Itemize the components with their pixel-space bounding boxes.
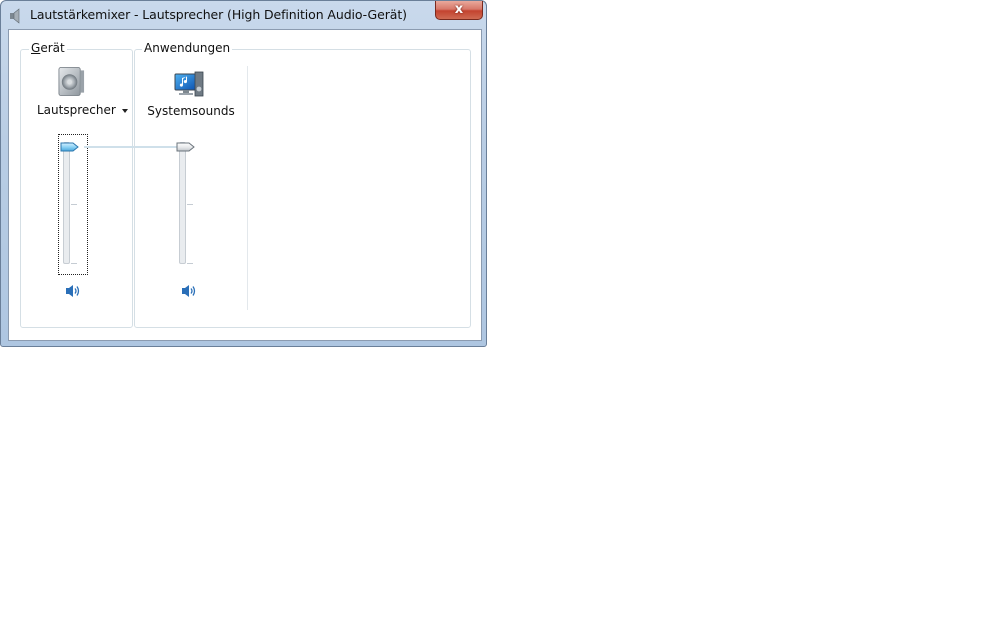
systemsounds-volume-ticks [187,142,193,264]
device-volume-ticks [71,142,77,264]
device-group: Gerät Lautsprecher [20,41,133,328]
device-mute-button[interactable] [65,284,81,298]
close-icon: x [454,1,464,17]
title-bar[interactable]: Lautstärkemixer - Lautsprecher (High Def… [1,1,486,29]
chevron-down-icon [121,108,128,113]
applications-group: Anwendungen Systemsounds [134,41,471,328]
app-column-separator [247,66,248,310]
device-group-label: Gerät [29,41,67,55]
close-button[interactable]: x [435,1,483,20]
speaker-app-icon[interactable] [9,8,23,24]
client-area: Gerät Lautsprecher Anwendungen Systemsou… [8,29,482,341]
window-title: Lautstärkemixer - Lautsprecher (High Def… [30,7,407,22]
systemsounds-volume-slider[interactable] [176,142,195,152]
device-volume-track[interactable] [63,142,70,264]
app-label-systemsounds: Systemsounds [147,104,235,118]
applications-group-label: Anwendungen [142,41,233,55]
systemsounds-volume-track[interactable] [179,142,186,264]
systemsounds-mute-button[interactable] [181,284,197,298]
system-sounds-icon[interactable] [173,69,207,99]
device-volume-slider[interactable] [60,142,79,152]
speaker-device-icon[interactable] [57,66,86,98]
volume-mixer-window: Lautstärkemixer - Lautsprecher (High Def… [0,0,487,347]
device-selector[interactable]: Lautsprecher [37,103,128,117]
